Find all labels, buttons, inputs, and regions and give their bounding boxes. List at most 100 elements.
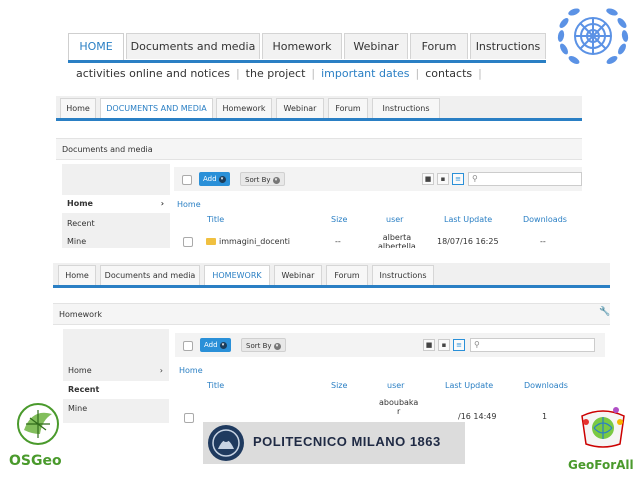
chevron-down-icon: ▾ [219,341,227,349]
documents-panel: Home DOCUMENTS AND MEDIA Homework Webina… [56,96,582,248]
wrench-icon[interactable]: 🔧 [599,307,610,317]
geoforall-logo-icon [581,407,625,448]
subnav-separator: | [311,67,316,80]
column-title[interactable]: Title [207,215,224,224]
top-nav-underline [68,60,546,63]
column-downloads[interactable]: Downloads [523,215,567,224]
folder-icon [206,238,216,245]
top-tab-documents[interactable]: Documents and media [126,33,260,59]
column-title[interactable]: Title [207,381,224,390]
tab-homework[interactable]: HOMEWORK [204,265,270,285]
top-navigation: HOME Documents and media Homework Webina… [68,33,546,61]
row-user: aboubaka r [379,398,419,416]
top-tab-instructions[interactable]: Instructions [470,33,546,59]
view-list-icon[interactable]: ≡ [453,339,465,351]
search-icon: ⚲ [474,340,480,349]
row-title[interactable]: immagini_docenti [206,237,290,246]
add-label: Add [203,175,217,183]
add-label: Add [204,341,218,349]
view-list-icon[interactable]: ≡ [452,173,464,185]
top-tab-webinar[interactable]: Webinar [344,33,408,59]
documents-tab-underline [56,118,582,121]
row-user: alberta albertella [378,233,416,248]
column-size[interactable]: Size [331,215,347,224]
view-descriptive-icon[interactable]: ▪ [437,173,449,185]
tab-webinar[interactable]: Webinar [274,265,322,285]
un-emblem-icon [557,8,629,64]
select-all-checkbox[interactable] [183,341,193,351]
breadcrumb[interactable]: Home [179,366,203,375]
column-size[interactable]: Size [331,381,347,390]
column-last-update[interactable]: Last Update [445,381,493,390]
search-input[interactable]: ⚲ [470,338,595,352]
view-descriptive-icon[interactable]: ▪ [438,339,450,351]
view-icons-icon[interactable]: ■ [422,173,434,185]
row-downloads: 1 [542,412,548,421]
homework-tab-underline [53,285,610,288]
sort-label: Sort By [246,342,272,350]
documents-sidebar: Home › Recent Mine [62,164,170,248]
chevron-right-icon: › [159,366,163,375]
top-tab-forum[interactable]: Forum [410,33,468,59]
select-all-checkbox[interactable] [182,175,192,185]
sort-label: Sort By [245,176,271,184]
tab-home[interactable]: Home [58,265,96,285]
subnav-project-link[interactable]: the project [246,67,306,80]
tab-webinar[interactable]: Webinar [276,98,324,118]
tab-instructions[interactable]: Instructions [372,98,440,118]
row-last-update: 18/07/16 16:25 [437,237,499,246]
row-size: -- [335,237,341,246]
row-checkbox[interactable] [183,237,193,247]
column-last-update[interactable]: Last Update [444,215,492,224]
subnav-contacts-link[interactable]: contacts [425,67,472,80]
row-checkbox[interactable] [184,413,194,423]
geoforall-logo-text: GeoForAll [568,458,634,472]
homework-panel: Home Documents and media HOMEWORK Webina… [53,263,610,423]
tab-documents-and-media[interactable]: DOCUMENTS AND MEDIA [100,98,213,118]
breadcrumb[interactable]: Home [177,200,201,209]
column-user[interactable]: user [387,381,404,390]
tab-documents-and-media[interactable]: Documents and media [100,265,200,285]
tab-instructions[interactable]: Instructions [372,265,434,285]
tab-homework[interactable]: Homework [216,98,272,118]
subnav-separator: | [235,67,240,80]
top-tab-home[interactable]: HOME [68,33,124,61]
tab-home[interactable]: Home [60,98,96,118]
tab-forum[interactable]: Forum [328,98,368,118]
sub-navigation: activities online and notices | the projec… [76,67,488,85]
documents-title: Documents and media [56,138,582,160]
subnav-separator: | [478,67,482,80]
sort-by-button[interactable]: Sort By ▾ [240,172,285,186]
sort-by-button[interactable]: Sort By ▾ [241,338,286,352]
sidebar-item-home[interactable]: Home › [63,362,169,380]
row-last-update: /16 14:49 [458,412,497,421]
search-icon: ⚲ [472,174,478,183]
sidebar-item-home[interactable]: Home › [62,195,170,213]
tab-forum[interactable]: Forum [326,265,368,285]
add-button[interactable]: Add ▾ [199,172,230,186]
chevron-down-icon: ▾ [272,176,280,184]
osgeo-logo-text: OSGeo [9,453,62,469]
polimi-logo-text: POLITECNICO MILANO 1863 [253,434,441,449]
homework-toolbar: Add ▾ Sort By ▾ ■ ▪ ≡ ⚲ [175,333,605,357]
polimi-banner: POLITECNICO MILANO 1863 [203,422,465,464]
sidebar-item-mine[interactable]: Mine [63,400,169,418]
sidebar-item-recent[interactable]: Recent [63,381,169,399]
row-title-text: immagini_docenti [219,237,291,246]
documents-tabbar: Home DOCUMENTS AND MEDIA Homework Webina… [56,96,582,118]
column-user[interactable]: user [386,215,403,224]
subnav-dates-link[interactable]: important dates [321,67,409,80]
sidebar-item-mine[interactable]: Mine [62,233,170,248]
add-button[interactable]: Add ▾ [200,338,231,352]
chevron-down-icon: ▾ [273,342,281,350]
sidebar-item-label: Home [68,366,92,375]
top-tab-homework[interactable]: Homework [262,33,342,59]
search-input[interactable]: ⚲ [468,172,582,186]
sidebar-item-recent[interactable]: Recent [62,215,170,233]
polimi-seal-icon [208,425,244,461]
column-downloads[interactable]: Downloads [524,381,568,390]
sidebar-item-label: Home [67,199,93,208]
view-icons-icon[interactable]: ■ [423,339,435,351]
chevron-down-icon: ▾ [218,175,226,183]
subnav-activities-link[interactable]: activities online and notices [76,67,230,80]
